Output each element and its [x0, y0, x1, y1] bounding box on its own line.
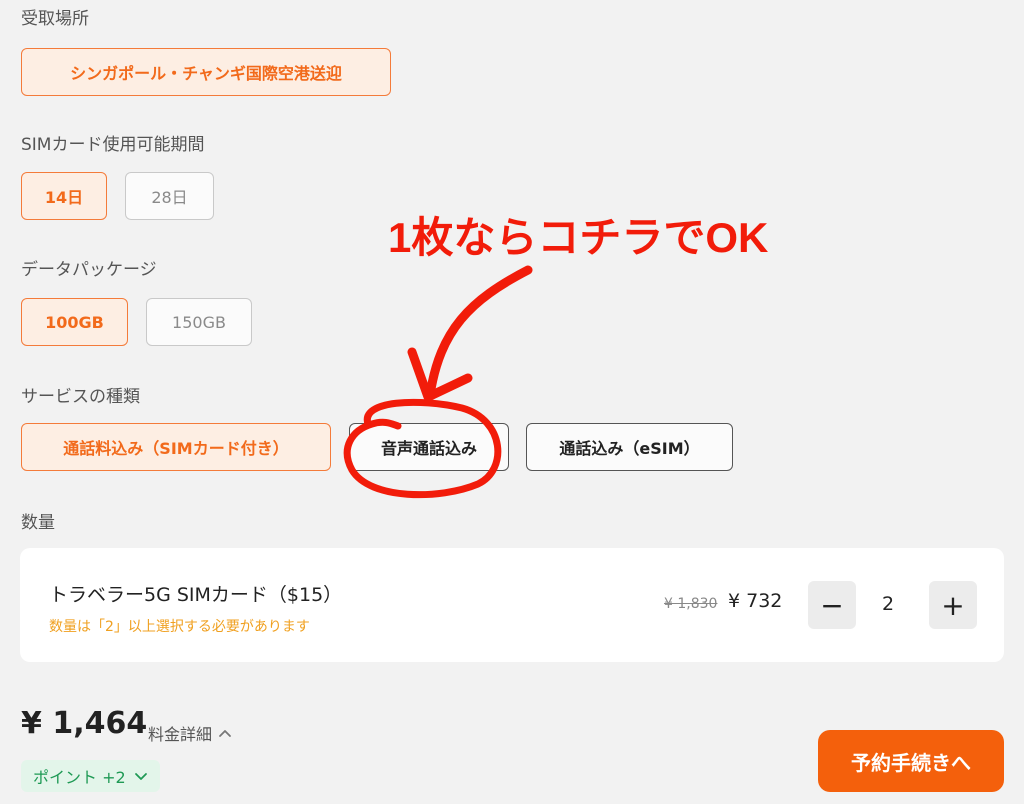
- quantity-increment-button[interactable]: +: [929, 581, 977, 629]
- fee-details-toggle[interactable]: 料金詳細: [148, 721, 232, 745]
- quantity-label: 数量: [21, 513, 55, 533]
- fee-details-label: 料金詳細: [148, 725, 213, 744]
- pickup-option-changi[interactable]: シンガポール・チャンギ国際空港送迎: [21, 48, 391, 96]
- original-price: ¥ 1,830: [664, 596, 718, 612]
- points-badge[interactable]: ポイント +2: [21, 760, 160, 792]
- service-option-sim-card[interactable]: 通話料込み（SIMカード付き）: [21, 423, 331, 471]
- service-option-voice-call[interactable]: 音声通話込み: [349, 423, 509, 471]
- annotation-drawing: [343, 265, 533, 499]
- annotation-arrow-head: [407, 347, 473, 402]
- total-price: ¥ 1,464: [21, 706, 148, 741]
- pickup-label: 受取場所: [21, 9, 89, 29]
- service-type-label: サービスの種類: [21, 387, 140, 407]
- annotation-arrow-shaft: [425, 265, 533, 400]
- quantity-note: 数量は「2」以上選択する必要があります: [49, 619, 310, 635]
- quantity-value: 2: [882, 593, 895, 615]
- data-package-option-150gb[interactable]: 150GB: [146, 298, 252, 346]
- unit-price: ¥ 732: [728, 590, 783, 612]
- points-label: ポイント +2: [33, 768, 126, 787]
- chevron-up-icon: [218, 728, 232, 738]
- annotation-text: 1枚ならコチラでOK: [388, 214, 769, 261]
- product-name: トラベラー5G SIMカード（$15）: [49, 584, 343, 606]
- data-package-label: データパッケージ: [21, 260, 157, 280]
- product-card: トラベラー5G SIMカード（$15） 数量は「2」以上選択する必要があります …: [20, 548, 1004, 662]
- sim-period-option-14[interactable]: 14日: [21, 172, 107, 220]
- sim-period-option-28[interactable]: 28日: [125, 172, 214, 220]
- reserve-button[interactable]: 予約手続きへ: [818, 730, 1004, 792]
- quantity-decrement-button[interactable]: −: [808, 581, 856, 629]
- data-package-option-100gb[interactable]: 100GB: [21, 298, 128, 346]
- service-option-esim[interactable]: 通話込み（eSIM）: [526, 423, 733, 471]
- chevron-down-icon: [134, 771, 148, 781]
- sim-period-label: SIMカード使用可能期間: [21, 135, 205, 155]
